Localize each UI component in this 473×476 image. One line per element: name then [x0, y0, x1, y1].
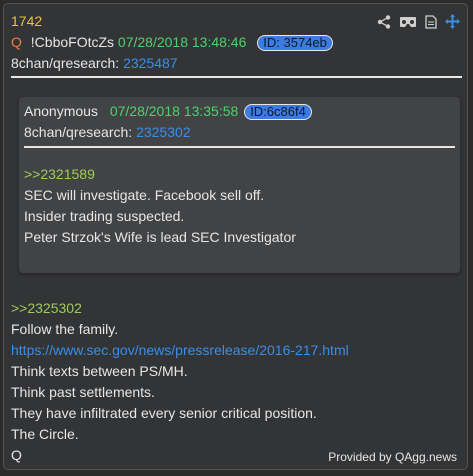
quoted-author: Anonymous	[24, 103, 98, 119]
quoted-post-link[interactable]: 2325302	[136, 124, 191, 140]
quoted-reply-ref[interactable]: >>2321589	[24, 166, 95, 183]
post-number: 1742	[11, 13, 43, 29]
post-datetime: 07/28/2018 13:48:46	[117, 34, 247, 50]
provided-by-label: Provided by QAgg.news	[328, 450, 457, 464]
quoted-author-line: Anonymous 07/28/2018 13:35:58 ID:6c86f4	[24, 103, 312, 120]
post-id-badge: ID: 3574eb	[257, 35, 333, 51]
quoted-line: SEC will investigate. Facebook sell off.	[24, 187, 265, 203]
header-divider	[11, 76, 462, 78]
post-url-link[interactable]: https://www.sec.gov/news/pressrelease/20…	[11, 342, 349, 359]
post-author-line: Q !CbboFOtcZs 07/28/2018 13:48:46 ID: 35…	[11, 34, 333, 51]
board-label: 8chan/qresearch:	[11, 55, 120, 71]
post-signature: Q	[11, 447, 22, 463]
post-reply-ref[interactable]: >>2325302	[11, 300, 82, 317]
post-link[interactable]: 2325487	[123, 55, 178, 71]
share-icon[interactable]	[377, 14, 391, 29]
quoted-board-line: 8chan/qresearch: 2325302	[24, 124, 191, 141]
post-line: Think texts between PS/MH.	[11, 363, 188, 379]
vr-goggles-icon[interactable]	[399, 16, 417, 28]
post-card: 1742 Q !CbboFOtcZs 07/28/2018 13:48:46 I…	[3, 3, 468, 470]
quoted-line: Insider trading suspected.	[24, 208, 185, 224]
quoted-line: Peter Strzok's Wife is lead SEC Investig…	[24, 229, 296, 245]
quoted-divider	[24, 146, 455, 148]
quoted-post: Anonymous 07/28/2018 13:35:58 ID:6c86f4 …	[19, 97, 460, 273]
quoted-id-badge: ID:6c86f4	[244, 104, 312, 120]
post-board-line: 8chan/qresearch: 2325487	[11, 55, 178, 72]
post-toolbar	[377, 14, 460, 29]
post-line: Follow the family.	[11, 321, 119, 337]
q-marker: Q	[11, 34, 22, 50]
tripcode: !CbboFOtcZs	[30, 34, 115, 50]
document-icon[interactable]	[425, 14, 437, 29]
post-line: They have infiltrated every senior criti…	[11, 405, 317, 421]
quoted-board-label: 8chan/qresearch:	[24, 124, 133, 140]
post-line: The Circle.	[11, 426, 79, 442]
move-icon[interactable]	[445, 14, 460, 29]
quoted-datetime: 07/28/2018 13:35:58	[109, 103, 239, 119]
post-line: Think past settlements.	[11, 384, 155, 400]
